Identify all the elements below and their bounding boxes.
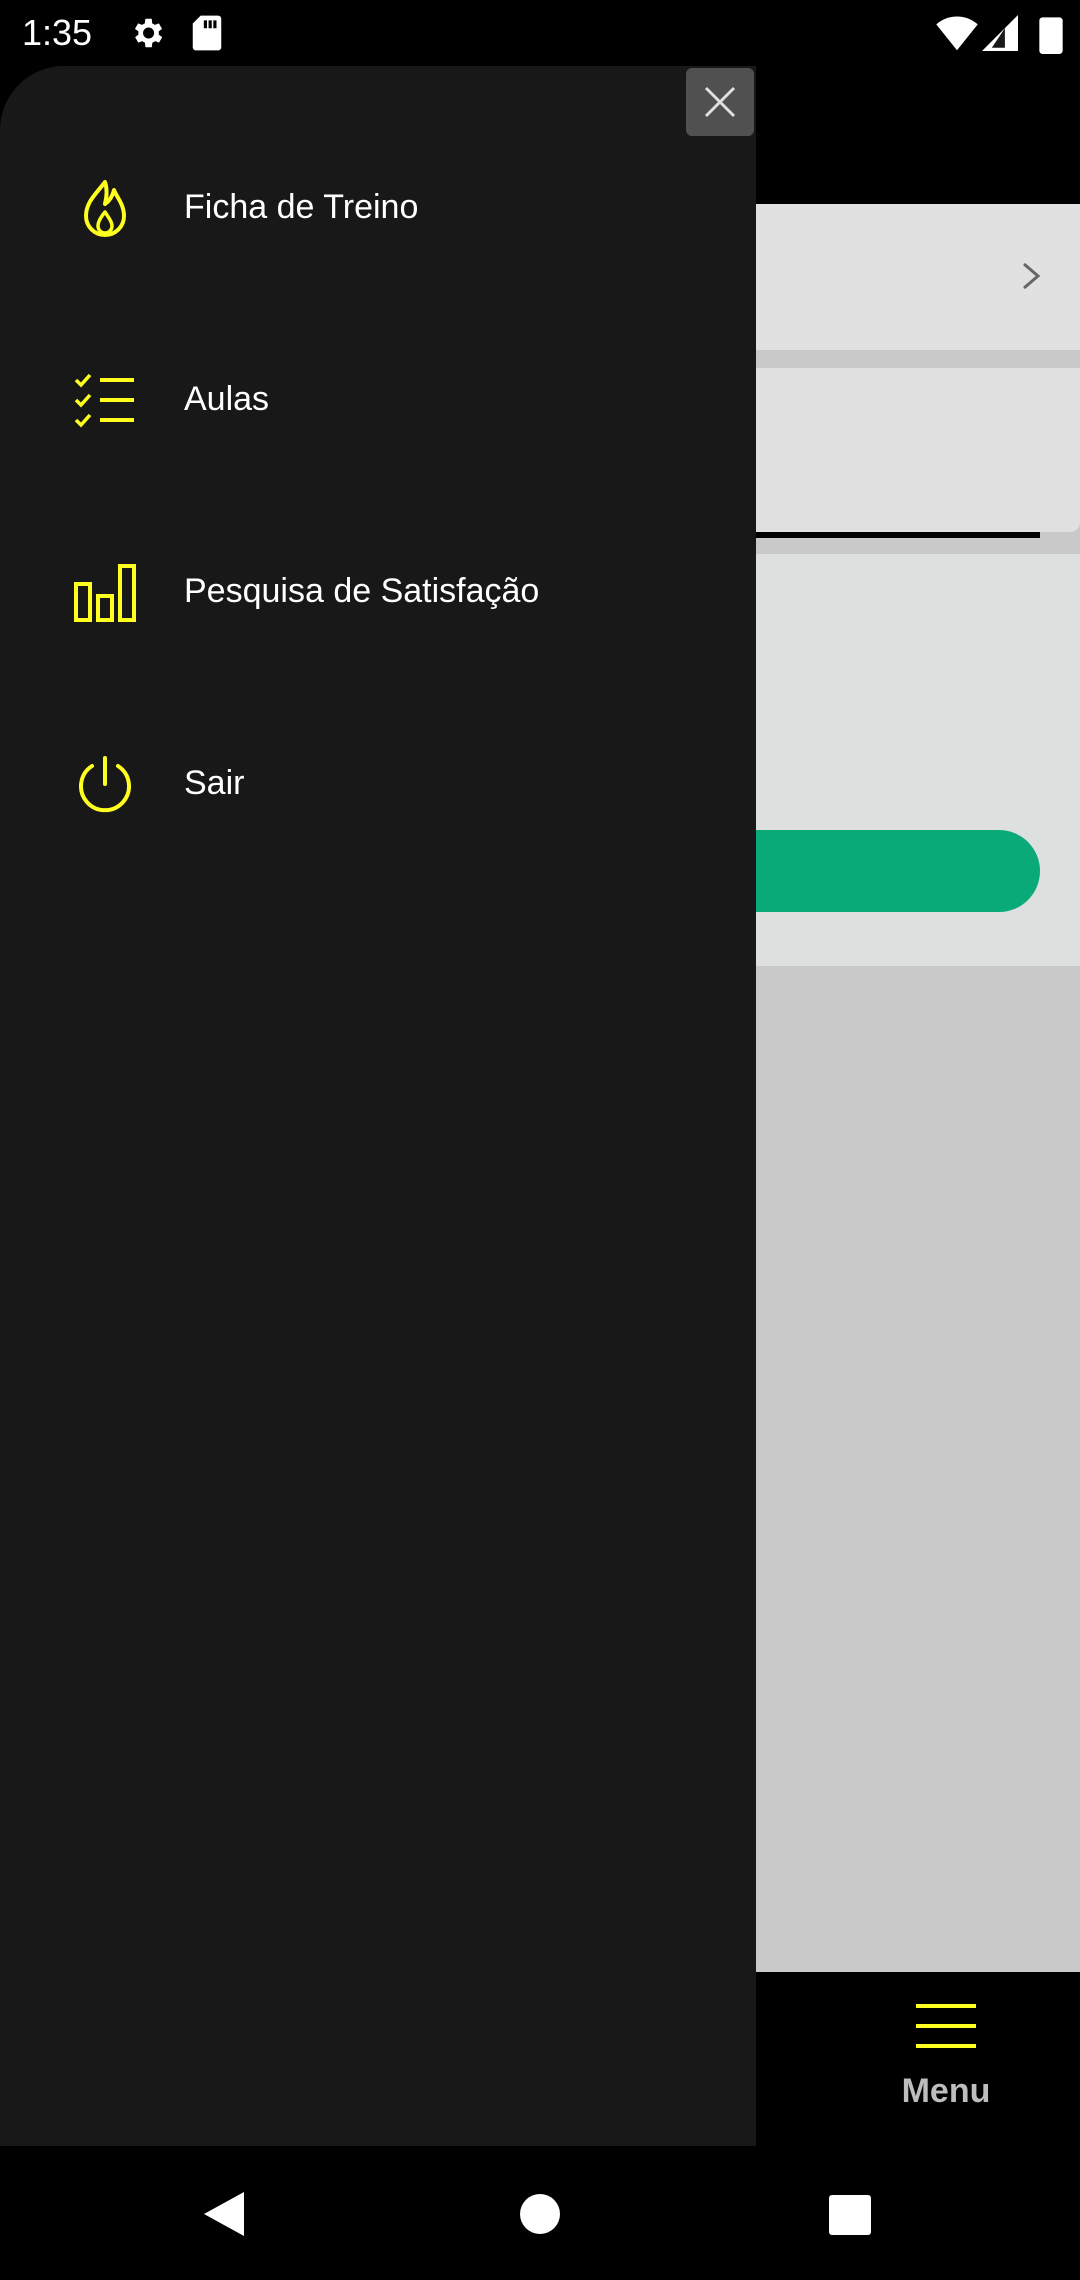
back-button[interactable] [200, 2188, 248, 2245]
sd-card-icon [190, 14, 224, 57]
battery-icon [1036, 14, 1066, 59]
drawer-item-pesquisa-de-satisfacao[interactable]: Pesquisa de Satisfação [0, 528, 756, 658]
drawer-item-aulas[interactable]: Aulas [0, 336, 756, 466]
recents-button[interactable] [828, 2194, 872, 2241]
menu-tab[interactable]: Menu [880, 2002, 1012, 2142]
drawer-item-label: Ficha de Treino [184, 188, 419, 226]
navigation-drawer: Ficha de Treino Aulas Pesquisa de Satisf… [0, 66, 756, 2146]
status-time: 1:35 [22, 12, 93, 53]
back-icon [204, 2192, 244, 2236]
chevron-right-icon [1023, 262, 1041, 290]
gear-icon [128, 14, 166, 57]
drawer-item-label: Aulas [184, 380, 270, 418]
power-icon [79, 756, 131, 813]
recents-icon [829, 2195, 871, 2235]
system-nav-bar [0, 2146, 1080, 2280]
menu-tab-label: Menu [901, 2072, 991, 2110]
drawer-item-label: Pesquisa de Satisfação [184, 572, 540, 610]
close-icon [704, 86, 736, 118]
hamburger-icon [916, 2004, 976, 2048]
flame-icon [84, 180, 126, 237]
drawer-item-ficha-de-treino[interactable]: Ficha de Treino [0, 144, 756, 274]
signal-icon [982, 14, 1018, 57]
home-button[interactable] [518, 2192, 562, 2241]
home-icon [520, 2194, 560, 2234]
bar-chart-icon [74, 564, 136, 622]
drawer-item-label: Sair [184, 764, 245, 802]
checklist-icon [74, 373, 134, 428]
wifi-icon [936, 14, 978, 57]
drawer-item-sair[interactable]: Sair [0, 720, 756, 850]
close-drawer-button[interactable] [686, 68, 754, 136]
status-bar: 1:35 [0, 0, 1080, 66]
